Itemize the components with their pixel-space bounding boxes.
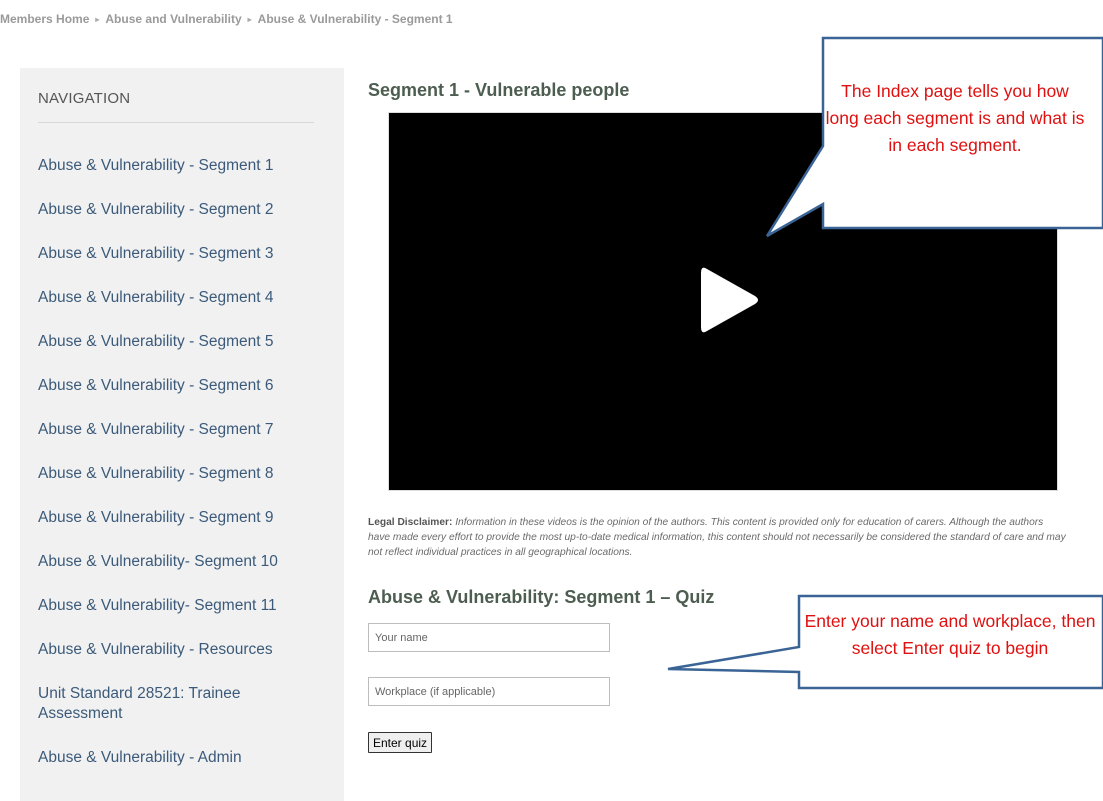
sidebar-item-segment-1[interactable]: Abuse & Vulnerability - Segment 1	[38, 156, 328, 200]
callout-index-text: The Index page tells you how long each s…	[825, 81, 1085, 155]
video-player[interactable]	[388, 112, 1058, 491]
sidebar-item-segment-3[interactable]: Abuse & Vulnerability - Segment 3	[38, 244, 328, 288]
nav-divider	[38, 122, 314, 123]
name-input[interactable]	[368, 623, 610, 652]
breadcrumb-members-home[interactable]: Members Home	[0, 12, 89, 26]
page-title: Segment 1 - Vulnerable people	[368, 80, 630, 100]
disclaimer-label: Legal Disclaimer:	[368, 517, 453, 528]
sidebar: NAVIGATION Abuse & Vulnerability - Segme…	[20, 68, 344, 801]
sidebar-item-segment-4[interactable]: Abuse & Vulnerability - Segment 4	[38, 288, 328, 332]
callout-quiz-text: Enter your name and workplace, then sele…	[804, 611, 1096, 658]
disclaimer-text: Information in these videos is the opini…	[368, 517, 1066, 558]
sidebar-item-segment-11[interactable]: Abuse & Vulnerability- Segment 11	[38, 596, 328, 640]
breadcrumb: Members Home ▸ Abuse and Vulnerability ▸ Abu…	[0, 12, 453, 26]
play-icon[interactable]	[699, 265, 759, 335]
nav-list: Abuse & Vulnerability - Segment 1 Abuse …	[38, 156, 328, 792]
breadcrumb-current-page[interactable]: Abuse & Vulnerability - Segment 1	[258, 12, 453, 26]
quiz-title: Abuse & Vulnerability: Segment 1 – Quiz	[368, 587, 715, 607]
breadcrumb-abuse-and-vulnerability[interactable]: Abuse and Vulnerability	[105, 12, 241, 26]
sidebar-item-admin[interactable]: Abuse & Vulnerability - Admin	[38, 748, 328, 792]
breadcrumb-separator-icon: ▸	[95, 15, 100, 24]
sidebar-item-segment-10[interactable]: Abuse & Vulnerability- Segment 10	[38, 552, 328, 596]
legal-disclaimer: Legal Disclaimer: Information in these v…	[368, 515, 1068, 560]
sidebar-item-resources[interactable]: Abuse & Vulnerability - Resources	[38, 640, 328, 684]
sidebar-item-segment-6[interactable]: Abuse & Vulnerability - Segment 6	[38, 376, 328, 420]
sidebar-item-segment-2[interactable]: Abuse & Vulnerability - Segment 2	[38, 200, 328, 244]
sidebar-item-trainee-assessment[interactable]: Unit Standard 28521: Trainee Assessment	[38, 684, 328, 748]
enter-quiz-button[interactable]: Enter quiz	[368, 732, 433, 753]
sidebar-item-segment-5[interactable]: Abuse & Vulnerability - Segment 5	[38, 332, 328, 376]
workplace-input[interactable]	[368, 677, 610, 706]
sidebar-item-segment-9[interactable]: Abuse & Vulnerability - Segment 9	[38, 508, 328, 552]
breadcrumb-separator-icon: ▸	[247, 15, 252, 24]
sidebar-item-segment-8[interactable]: Abuse & Vulnerability - Segment 8	[38, 464, 328, 508]
sidebar-item-segment-7[interactable]: Abuse & Vulnerability - Segment 7	[38, 420, 328, 464]
nav-title: NAVIGATION	[38, 90, 131, 107]
